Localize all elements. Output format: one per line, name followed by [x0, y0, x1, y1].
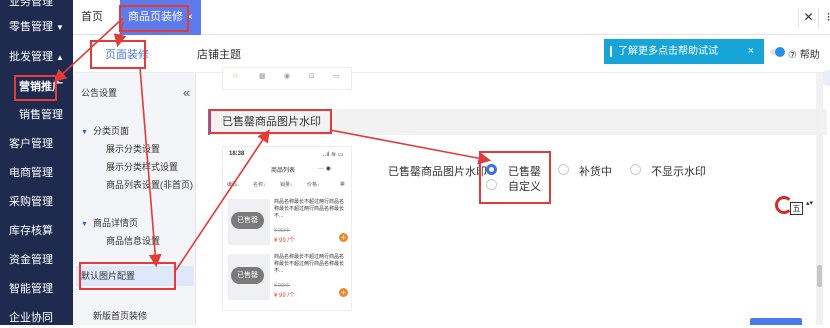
grid-icon: ▦	[340, 181, 345, 187]
close-icon[interactable]: ×	[187, 12, 193, 23]
sidebar-item-label: 客户管理	[9, 138, 53, 150]
sidebar-item-inventory[interactable]: 库存核算	[0, 221, 73, 241]
sidebar-item-label: 销售管理	[19, 109, 63, 121]
scrollbar-thumb[interactable]	[817, 265, 822, 287]
list-item-category-style[interactable]: 展示分类样式设置	[106, 160, 178, 173]
tab-product-page-decoration[interactable]: 商品页装修 ×	[120, 0, 201, 35]
signal-icon: ..ıl ≋ ▭	[323, 152, 344, 158]
sidebar-item-collab[interactable]: 企业协同	[0, 308, 73, 328]
help-banner-text: 了解更多点击帮助试试	[618, 46, 718, 57]
tab-label: 商品页装修	[128, 11, 183, 23]
sidebar-item-wholesale[interactable]: 批发管理 ▲	[0, 47, 73, 67]
radio-label-no-watermark[interactable]: 不显示水印	[651, 163, 706, 179]
original-price: ¥ 99/个	[274, 228, 291, 234]
list-group-category[interactable]: 分类页面	[81, 124, 129, 137]
ime-indicator: 五	[790, 202, 803, 215]
help-link[interactable]: ⑦ 帮助	[788, 46, 820, 61]
product-price: ¥ 99 /个	[274, 293, 296, 299]
sidebar-item-label: 企业协同	[9, 312, 53, 324]
tab-store-theme[interactable]: 店铺主题	[197, 46, 241, 62]
save-button[interactable]	[750, 318, 802, 325]
profile-icon: ▭	[333, 73, 340, 80]
sidebar-item-retail[interactable]: 零售管理 ▼	[0, 17, 73, 37]
filter-name: 名称↓	[253, 182, 266, 188]
sidebar-item-purchase[interactable]: 采购管理	[0, 192, 73, 212]
sold-out-badge: 已售罄	[231, 267, 264, 284]
help-toggle[interactable]	[770, 47, 785, 57]
sidebar-item-label: 智能管理	[9, 283, 53, 295]
info-bar-icon	[610, 46, 612, 57]
radio-custom[interactable]	[486, 179, 497, 190]
product-name: 商品名称最长不超过两行商品名称最长不超过两行商品名称最长不...	[274, 199, 345, 219]
filter-code: 编码↓	[227, 182, 240, 188]
sold-out-badge: 已售罄	[231, 212, 264, 229]
home-icon: ⌂	[233, 72, 238, 79]
sidebar-item-business[interactable]: 业务管理	[0, 0, 73, 12]
radio-label-custom[interactable]: 自定义	[508, 178, 541, 194]
list-item-product-list[interactable]: 商品列表设置(非首页)	[106, 178, 193, 191]
add-icon: +	[339, 233, 348, 242]
tab-bar: 首页 商品页装修 × ✕ ⁝	[73, 0, 830, 35]
radio-no-watermark[interactable]	[630, 164, 641, 175]
sidebar-item-label: 营销推广	[19, 81, 63, 93]
sidebar-item-label: 电商管理	[9, 167, 53, 179]
more-icon[interactable]: ⁝	[818, 8, 830, 28]
sidebar-item-label: 资金管理	[9, 254, 53, 266]
sidebar-item-label: 业务管理	[9, 0, 53, 8]
sidebar-item-ecommerce[interactable]: 电商管理	[0, 163, 73, 183]
sidebar-item-marketing[interactable]: 营销推广	[0, 77, 73, 97]
phone-time: 18:38	[229, 151, 245, 157]
sidebar-item-smart[interactable]: 智能管理	[0, 279, 73, 299]
sidebar-item-label: 采购管理	[9, 196, 53, 208]
list-item-new-home[interactable]: 新版首页装修	[93, 309, 147, 322]
phone-title: 商品列表	[271, 168, 296, 174]
product-name: 商品名称最长不超过两行商品名称最长不超过两行商品名称最长不...	[274, 254, 345, 274]
original-price: ¥ 99/个	[274, 283, 291, 289]
list-group-product-detail[interactable]: 商品详情页	[81, 216, 138, 229]
watermark-setting-label: 已售罄商品图片水印	[388, 166, 487, 178]
list-item-category-display[interactable]: 展示分类设置	[106, 142, 160, 155]
phone-preview: 18:38 ..ıl ≋ ▭ 商品列表 ··· ◉ 编码↓ 名称↓ 销量↓ 价格…	[222, 146, 352, 311]
list-item: 已售罄 商品名称最长不超过两行商品名称最长不超过两行商品名称最长不... ¥ 9…	[226, 199, 350, 251]
list-item-default-image[interactable]: 默认图片配置	[76, 266, 194, 286]
category-icon: ▦	[259, 73, 266, 80]
section-header: 已售罄商品图片水印	[208, 109, 827, 135]
order-icon: ◉	[284, 73, 291, 80]
tab-page-decoration[interactable]: 页面装修	[105, 46, 149, 62]
sidebar-item-sales[interactable]: 销售管理	[0, 105, 73, 125]
add-icon: +	[339, 288, 348, 297]
list-item-announcement[interactable]: 公告设置	[81, 86, 117, 99]
ime-arrows-icon: ▴▾	[806, 200, 814, 207]
tab-home[interactable]: 首页	[81, 0, 103, 35]
chevron-down-icon: ▼	[56, 23, 64, 32]
radio-label-sold-out[interactable]: 已售罄	[508, 163, 541, 179]
filter-price: 价格↓	[307, 182, 320, 188]
list-item-product-info[interactable]: 商品信息设置	[106, 234, 160, 247]
filter-sales: 销量↓	[280, 182, 293, 188]
scrollbar[interactable]	[816, 73, 823, 325]
sidebar-item-label: 批发管理	[9, 51, 53, 63]
main-sidebar: 业务管理 零售管理 ▼ 批发管理 ▲ 营销推广 销售管理 客户管理 电商管理 采购管…	[0, 0, 73, 325]
sidebar-item-label: 零售管理	[9, 21, 53, 33]
sidebar-item-funds[interactable]: 资金管理	[0, 250, 73, 270]
product-price: ¥ 99 /个	[274, 238, 296, 244]
settings-list-panel: 公告设置 分类页面 展示分类设置 展示分类样式设置 商品列表设置(非首页) 商品…	[73, 73, 196, 325]
cart-icon: ⊡	[309, 73, 315, 80]
sidebar-item-customer[interactable]: 客户管理	[0, 134, 73, 154]
chevron-up-icon: ▲	[56, 53, 64, 62]
radio-label-restocking[interactable]: 补货中	[579, 163, 612, 179]
close-all-icon[interactable]: ✕	[798, 8, 818, 28]
sidebar-item-label: 库存核算	[9, 225, 53, 237]
list-item: 已售罄 商品名称最长不超过两行商品名称最长不超过两行商品名称最长不... ¥ 9…	[226, 254, 350, 306]
preview-nav-strip: ⌂ ▦ ◉ ⊡ ▭	[222, 67, 352, 90]
collapse-icon[interactable]: «	[183, 85, 190, 100]
more-icon: ··· ◉	[318, 166, 331, 172]
close-icon[interactable]: ×	[748, 39, 754, 64]
help-banner[interactable]: 了解更多点击帮助试试 ×	[604, 39, 764, 64]
radio-sold-out[interactable]	[486, 164, 497, 175]
radio-restocking[interactable]	[558, 164, 569, 175]
